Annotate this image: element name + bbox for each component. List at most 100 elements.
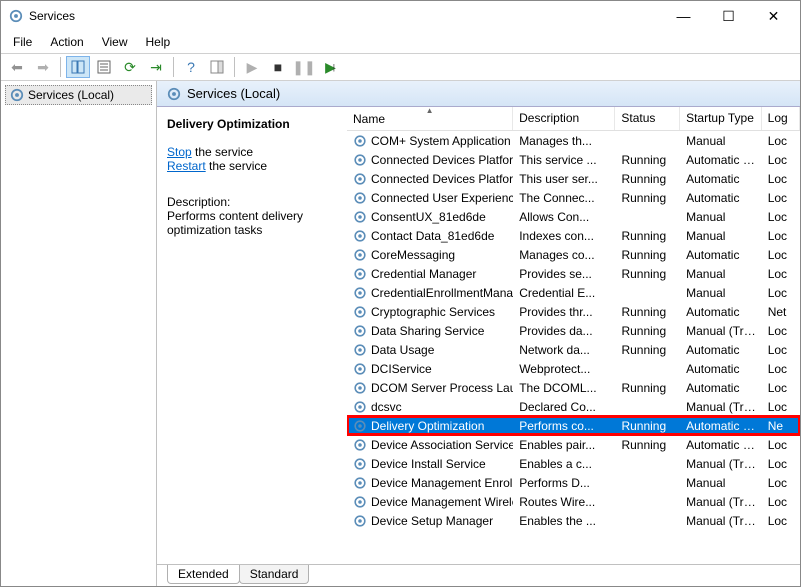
service-logon: Loc (762, 153, 800, 167)
service-status: Running (615, 438, 680, 452)
show-hide-tree-button[interactable] (66, 56, 90, 78)
service-startup: Manual (680, 229, 762, 243)
service-row[interactable]: Connected Devices Platfor...This service… (347, 150, 800, 169)
service-row[interactable]: DCIServiceWebprotect...AutomaticLoc (347, 359, 800, 378)
service-startup: Manual (680, 267, 762, 281)
service-status: Running (615, 172, 680, 186)
service-row[interactable]: Device Management Enroll...Performs D...… (347, 473, 800, 492)
service-rows[interactable]: COM+ System ApplicationManages th...Manu… (347, 131, 800, 564)
service-startup: Automatic (680, 248, 762, 262)
stop-service-link[interactable]: Stop (167, 145, 192, 159)
service-name: CredentialEnrollmentMana... (371, 286, 513, 300)
service-name: dcsvc (371, 400, 402, 414)
service-startup: Automatic (680, 191, 762, 205)
service-description: Performs co... (513, 419, 615, 433)
service-name: Delivery Optimization (371, 419, 484, 433)
service-row[interactable]: Data UsageNetwork da...RunningAutomaticL… (347, 340, 800, 359)
column-startup-type[interactable]: Startup Type (680, 107, 762, 130)
service-logon: Loc (762, 267, 800, 281)
text: the service (192, 145, 253, 159)
minimize-button[interactable]: — (661, 1, 706, 31)
menu-action[interactable]: Action (42, 33, 91, 51)
tree-root-services[interactable]: Services (Local) (5, 85, 152, 105)
service-startup: Manual (680, 134, 762, 148)
start-service-button[interactable]: ▶ (240, 56, 264, 78)
gear-icon (353, 457, 367, 471)
gear-icon (353, 134, 367, 148)
menu-view[interactable]: View (94, 33, 136, 51)
service-startup: Automatic (... (680, 153, 762, 167)
service-list: ▲ Name Description Status Startup Type L… (347, 107, 800, 564)
service-startup: Automatic (680, 305, 762, 319)
service-row[interactable]: Data Sharing ServiceProvides da...Runnin… (347, 321, 800, 340)
column-description[interactable]: Description (513, 107, 615, 130)
tree-root-label: Services (Local) (28, 88, 114, 102)
menu-file[interactable]: File (5, 33, 40, 51)
column-status[interactable]: Status (615, 107, 680, 130)
service-row[interactable]: Device Association ServiceEnables pair..… (347, 435, 800, 454)
gear-icon (167, 87, 181, 101)
service-logon: Loc (762, 343, 800, 357)
service-name: Cryptographic Services (371, 305, 495, 319)
service-startup: Manual (680, 476, 762, 490)
selected-service-name: Delivery Optimization (167, 117, 341, 131)
service-logon: Loc (762, 134, 800, 148)
toolbar-separator (60, 57, 61, 77)
forward-button[interactable]: ➡ (31, 56, 55, 78)
service-row[interactable]: Cryptographic ServicesProvides thr...Run… (347, 302, 800, 321)
menu-help[interactable]: Help (138, 33, 179, 51)
back-button[interactable]: ⬅ (5, 56, 29, 78)
gear-icon (353, 400, 367, 414)
service-row[interactable]: Connected Devices Platfor...This user se… (347, 169, 800, 188)
service-row[interactable]: Credential ManagerProvides se...RunningM… (347, 264, 800, 283)
help-button[interactable]: ? (179, 56, 203, 78)
restart-service-link[interactable]: Restart (167, 159, 206, 173)
service-row[interactable]: dcsvcDeclared Co...Manual (Trig...Loc (347, 397, 800, 416)
service-row[interactable]: DCOM Server Process Laun...The DCOML...R… (347, 378, 800, 397)
tab-standard[interactable]: Standard (239, 565, 310, 584)
maximize-button[interactable]: ☐ (706, 1, 751, 31)
service-status: Running (615, 191, 680, 205)
service-startup: Automatic (T... (680, 438, 762, 452)
service-row[interactable]: Contact Data_81ed6deIndexes con...Runnin… (347, 226, 800, 245)
stop-service-button[interactable]: ■ (266, 56, 290, 78)
service-name: CoreMessaging (371, 248, 455, 262)
service-row[interactable]: Device Install ServiceEnables a c...Manu… (347, 454, 800, 473)
service-logon: Loc (762, 362, 800, 376)
service-startup: Automatic (680, 172, 762, 186)
export-button[interactable]: ⇥ (144, 56, 168, 78)
gear-icon (353, 210, 367, 224)
service-row[interactable]: CoreMessagingManages co...RunningAutomat… (347, 245, 800, 264)
service-row[interactable]: COM+ System ApplicationManages th...Manu… (347, 131, 800, 150)
service-description: Manages th... (513, 134, 615, 148)
service-status: Running (615, 381, 680, 395)
text: the service (206, 159, 267, 173)
service-startup: Manual (Trig... (680, 514, 762, 528)
service-logon: Net (762, 305, 800, 319)
restart-service-button[interactable]: ▶| (318, 56, 342, 78)
refresh-button[interactable]: ⟳ (118, 56, 142, 78)
column-name[interactable]: ▲ Name (347, 107, 513, 130)
service-description: The DCOML... (513, 381, 615, 395)
service-row[interactable]: CredentialEnrollmentMana...Credential E.… (347, 283, 800, 302)
pause-service-button[interactable]: ❚❚ (292, 56, 316, 78)
service-row[interactable]: Device Setup ManagerEnables the ...Manua… (347, 511, 800, 530)
properties-button[interactable] (92, 56, 116, 78)
close-button[interactable]: ✕ (751, 1, 796, 31)
tab-extended[interactable]: Extended (167, 565, 240, 584)
action-pane-button[interactable] (205, 56, 229, 78)
service-row[interactable]: Delivery OptimizationPerforms co...Runni… (347, 416, 800, 435)
column-logon[interactable]: Log (762, 107, 800, 130)
gear-icon (353, 248, 367, 262)
sort-ascending-icon: ▲ (426, 107, 434, 115)
app-icon (9, 9, 23, 23)
service-startup: Manual (Trig... (680, 324, 762, 338)
service-row[interactable]: Connected User Experience...The Connec..… (347, 188, 800, 207)
service-description: Provides da... (513, 324, 615, 338)
service-name: Credential Manager (371, 267, 476, 281)
service-row[interactable]: Device Management Wirele...Routes Wire..… (347, 492, 800, 511)
service-logon: Loc (762, 172, 800, 186)
service-name: Device Install Service (371, 457, 486, 471)
service-name: DCIService (371, 362, 432, 376)
service-row[interactable]: ConsentUX_81ed6deAllows Con...ManualLoc (347, 207, 800, 226)
